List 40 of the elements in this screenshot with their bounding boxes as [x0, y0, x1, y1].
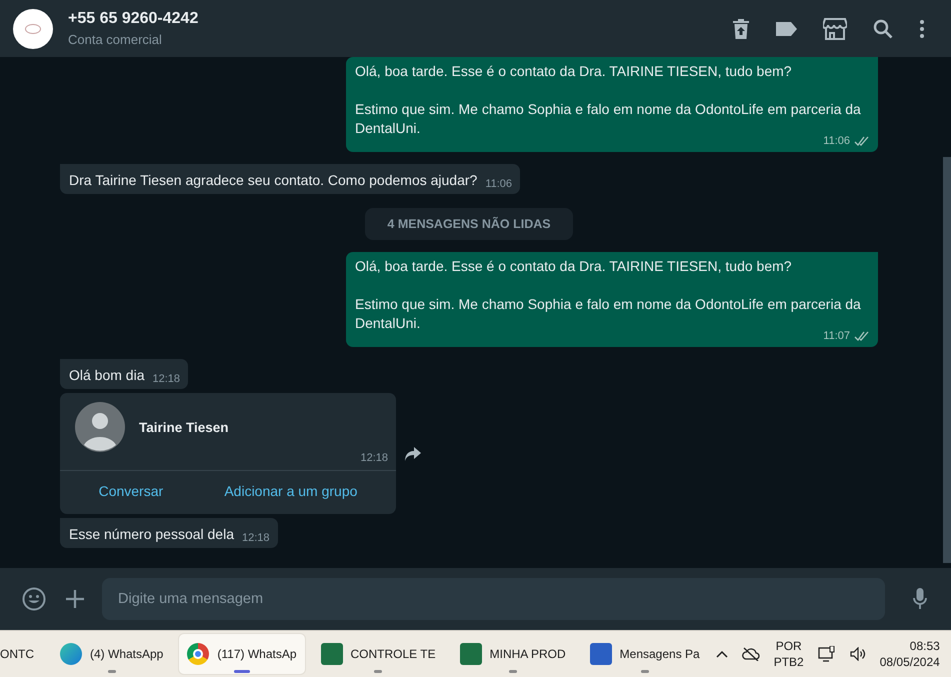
- chevron-up-icon[interactable]: [716, 650, 728, 658]
- taskbar-item[interactable]: (117) WhatsAp: [179, 634, 305, 674]
- plus-icon[interactable]: [66, 590, 84, 608]
- document-icon: [590, 643, 612, 665]
- trash-upload-icon[interactable]: [733, 18, 749, 38]
- network-icon[interactable]: [818, 646, 836, 662]
- message-time: 12:18: [359, 452, 389, 466]
- spreadsheet-icon: [460, 643, 482, 665]
- browser-icon: [60, 643, 82, 665]
- contact-action-button[interactable]: Conversar: [94, 477, 168, 505]
- incoming-message: Olá bom dia 12:18: [60, 359, 188, 389]
- browser-icon: [187, 643, 210, 665]
- scrollbar[interactable]: [943, 157, 951, 563]
- taskbar-item[interactable]: CONTROLE TE: [312, 634, 444, 674]
- incoming-message: Dra Tairine Tiesen agradece seu contato. Como podemos ajudar? 11:06: [60, 164, 520, 194]
- taskbar-item[interactable]: (4) WhatsApp: [52, 634, 172, 674]
- outgoing-message: Olá, boa tarde. Esse é o contato da Dra. TAIRINE TIESEN, tudo bem? Estimo que sim. Me chamo Sophia e falo em nome da OdontoLife em parceria da DentalUni. 11:07: [346, 252, 878, 347]
- profile-avatar[interactable]: [13, 8, 53, 48]
- label-icon[interactable]: [775, 22, 797, 36]
- taskbar-item[interactable]: MINHA PROD: [452, 634, 574, 674]
- speaker-icon[interactable]: [850, 647, 866, 661]
- menu-icon[interactable]: [919, 18, 925, 38]
- contact-action-button[interactable]: Adicionar a um grupo: [220, 477, 362, 505]
- store-icon[interactable]: [823, 18, 847, 40]
- contact-card-name: Tairine Tiesen: [139, 420, 229, 434]
- emoji-icon[interactable]: [22, 587, 46, 611]
- cloud-offline-icon[interactable]: [742, 647, 760, 661]
- taskbar-clock[interactable]: 08:53 08/05/2024: [880, 638, 940, 670]
- keyboard-language[interactable]: POR PTB2: [774, 638, 804, 670]
- contact-subtitle: Conta comercial: [68, 32, 163, 47]
- microphone-icon[interactable]: [913, 588, 927, 610]
- avatar-icon: [75, 402, 125, 452]
- message-input[interactable]: Digite uma mensagem: [102, 578, 885, 620]
- spreadsheet-icon: [320, 643, 343, 665]
- outgoing-message: Olá, boa tarde. Esse é o contato da Dra. TAIRINE TIESEN, tudo bem? Estimo que sim. Me chamo Sophia e falo em nome da OdontoLife em parceria da DentalUni. 11:06: [346, 57, 878, 152]
- contact-name: +55 65 9260-4242: [68, 10, 200, 28]
- incoming-message: Esse número pessoal dela 12:18: [60, 518, 278, 548]
- search-icon[interactable]: [873, 18, 893, 38]
- taskbar-item[interactable]: ONTC: [0, 634, 42, 674]
- taskbar-item[interactable]: Mensagens Pa: [582, 634, 708, 674]
